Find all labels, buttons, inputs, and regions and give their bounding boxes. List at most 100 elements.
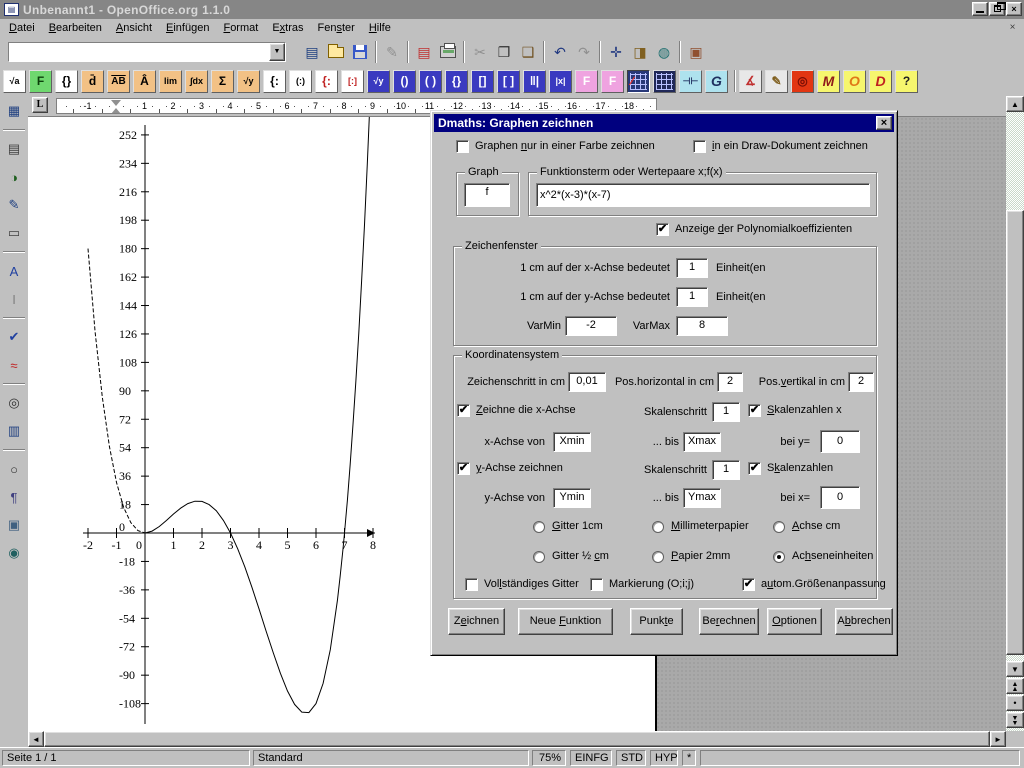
radio-papier-2mm[interactable] [652, 551, 664, 563]
macro-o-icon[interactable]: O [843, 70, 866, 93]
berechnen-button[interactable]: Berechnen [699, 608, 759, 635]
checkbox-draw-y-axis[interactable]: ✔ [457, 462, 470, 475]
brace-cases-red-icon[interactable]: {: [315, 70, 338, 93]
pos-vertikal-field[interactable]: 2 [848, 372, 874, 392]
vertical-scrollbar[interactable]: ▲ ▼ ▲▲ • ▼▼ [1006, 96, 1024, 731]
braces-blue-icon[interactable]: {} [445, 70, 468, 93]
minimize-button[interactable] [972, 2, 988, 16]
function-term-field[interactable]: x^2*(x-3)*(x-7) [536, 183, 870, 207]
show-draw-functions-icon[interactable]: ✎ [2, 193, 26, 217]
function-f-icon[interactable]: F [29, 70, 52, 93]
direct-cursor-icon[interactable]: I [2, 287, 26, 311]
cut-icon[interactable]: ✂ [468, 40, 492, 64]
geometry-g-icon[interactable]: G [705, 70, 728, 93]
checkbox-vollstaendiges-gitter[interactable] [465, 578, 478, 591]
print-icon[interactable] [436, 40, 460, 64]
function-pink-icon[interactable]: F [575, 70, 598, 93]
new-document-icon[interactable]: ▤ [300, 40, 324, 64]
form-icon[interactable]: ▭ [2, 221, 26, 245]
vertical-scroll-thumb[interactable] [1006, 210, 1024, 655]
skalenschritt-y-field[interactable]: 1 [712, 460, 740, 480]
angle-a-icon[interactable]: Â [133, 70, 156, 93]
auto-spellcheck-icon[interactable]: ≈ [2, 353, 26, 377]
protractor-icon[interactable]: ∡ [739, 70, 762, 93]
stylist-icon[interactable]: ◨ [628, 40, 652, 64]
macro-m-icon[interactable]: M [817, 70, 840, 93]
optionen-button[interactable]: Optionen [767, 608, 822, 635]
neue-funktion-button[interactable]: Neue Funktion [518, 608, 613, 635]
graph-name-field[interactable]: f [464, 183, 510, 207]
indent-marker-icon[interactable] [111, 100, 122, 114]
x-achse-von-field[interactable]: Xmin [553, 432, 591, 452]
xaxis-scale-field[interactable]: 1 [676, 258, 708, 278]
horizontal-scrollbar[interactable]: ◄ ► [28, 731, 1006, 747]
menu-bearbeiten[interactable]: Bearbeiten [42, 20, 109, 36]
bei-x-field[interactable]: 0 [820, 486, 860, 509]
integral-icon[interactable]: ∫dx [185, 70, 208, 93]
checkbox-skalenzahlen-y[interactable]: ✔ [748, 462, 761, 475]
draw-graph-icon[interactable]: ∕ [627, 70, 650, 93]
open-icon[interactable] [324, 40, 348, 64]
parens-small-icon[interactable]: () [393, 70, 416, 93]
dmaths-target-icon[interactable]: ◎ [791, 70, 814, 93]
next-page-button[interactable]: ▼▼ [1006, 712, 1024, 728]
abbrechen-button[interactable]: Abbrechen [835, 608, 893, 635]
parens-large-icon[interactable]: ( ) [419, 70, 442, 93]
scroll-up-button[interactable]: ▲ [1006, 96, 1024, 112]
redo-icon[interactable]: ↷ [572, 40, 596, 64]
bei-y-field[interactable]: 0 [820, 430, 860, 453]
combo-dropdown-button[interactable]: ▼ [269, 43, 285, 61]
radio-achseneinheiten[interactable] [773, 551, 785, 563]
insert-table-icon[interactable]: ▦ [2, 99, 26, 123]
data-sources-icon[interactable]: ▥ [2, 419, 26, 443]
checkbox-autosize[interactable]: ✔ [742, 578, 755, 591]
brackets-large-icon[interactable]: [ ] [497, 70, 520, 93]
varmin-field[interactable]: -2 [565, 316, 617, 336]
sqrt-a-icon[interactable]: √a [3, 70, 26, 93]
close-button[interactable]: × [1006, 2, 1022, 16]
radio-gitter-1cm[interactable] [533, 521, 545, 533]
dialog-titlebar[interactable]: Dmaths: Graphen zeichnen × [434, 114, 894, 132]
edit-file-icon[interactable]: ✎ [380, 40, 404, 64]
skalenschritt-x-field[interactable]: 1 [712, 402, 740, 422]
scroll-right-button[interactable]: ► [990, 731, 1006, 747]
insert-fields-icon[interactable]: ▤ [2, 137, 26, 161]
url-input[interactable] [9, 43, 269, 61]
bracket-matrix-red-icon[interactable]: [:] [341, 70, 364, 93]
graphics-onoff-icon[interactable]: ▣ [2, 513, 26, 537]
pos-horizontal-field[interactable]: 2 [717, 372, 743, 392]
dmaths-help-icon[interactable]: ? [895, 70, 918, 93]
interval-icon[interactable]: ⊣⊢ [679, 70, 702, 93]
zeichenschritt-field[interactable]: 0,01 [568, 372, 606, 392]
varmax-field[interactable]: 8 [676, 316, 728, 336]
abs-x-icon[interactable]: |x| [549, 70, 572, 93]
copy-icon[interactable]: ❐ [492, 40, 516, 64]
status-selection-mode[interactable]: STD [616, 750, 646, 766]
x-bis-field[interactable]: Xmax [683, 432, 721, 452]
horizontal-scroll-thumb[interactable] [44, 731, 990, 747]
brackets-small-icon[interactable]: [] [471, 70, 494, 93]
scroll-down-button[interactable]: ▼ [1006, 661, 1024, 677]
y-bis-field[interactable]: Ymax [683, 488, 721, 508]
spellcheck-icon[interactable]: ✔ [2, 325, 26, 349]
status-insert-mode[interactable]: EINFG [570, 750, 612, 766]
menu-format[interactable]: Format [216, 20, 265, 36]
checkbox-single-color[interactable] [456, 140, 469, 153]
limit-icon[interactable]: lim [159, 70, 182, 93]
vector-d-icon[interactable]: d̄ [81, 70, 104, 93]
menu-einfuegen[interactable]: Einfügen [159, 20, 216, 36]
zoom-icon[interactable]: ○ [2, 457, 26, 481]
paren-matrix-icon[interactable]: (:) [289, 70, 312, 93]
menu-datei[interactable]: Datei [2, 20, 42, 36]
grid-icon[interactable] [653, 70, 676, 93]
root-y-icon[interactable]: √y [237, 70, 260, 93]
checkbox-draw-document[interactable] [693, 140, 706, 153]
nonprinting-chars-icon[interactable]: ¶ [2, 485, 26, 509]
status-page-style[interactable]: Standard [253, 750, 529, 766]
close-document-icon[interactable]: × [1005, 21, 1020, 35]
norm-bars-icon[interactable]: ‖| [523, 70, 546, 93]
status-hyperlink-mode[interactable]: HYP [650, 750, 678, 766]
navigation-button[interactable]: • [1006, 695, 1024, 711]
checkbox-markierung[interactable] [590, 578, 603, 591]
segment-ab-icon[interactable]: AB [107, 70, 130, 93]
